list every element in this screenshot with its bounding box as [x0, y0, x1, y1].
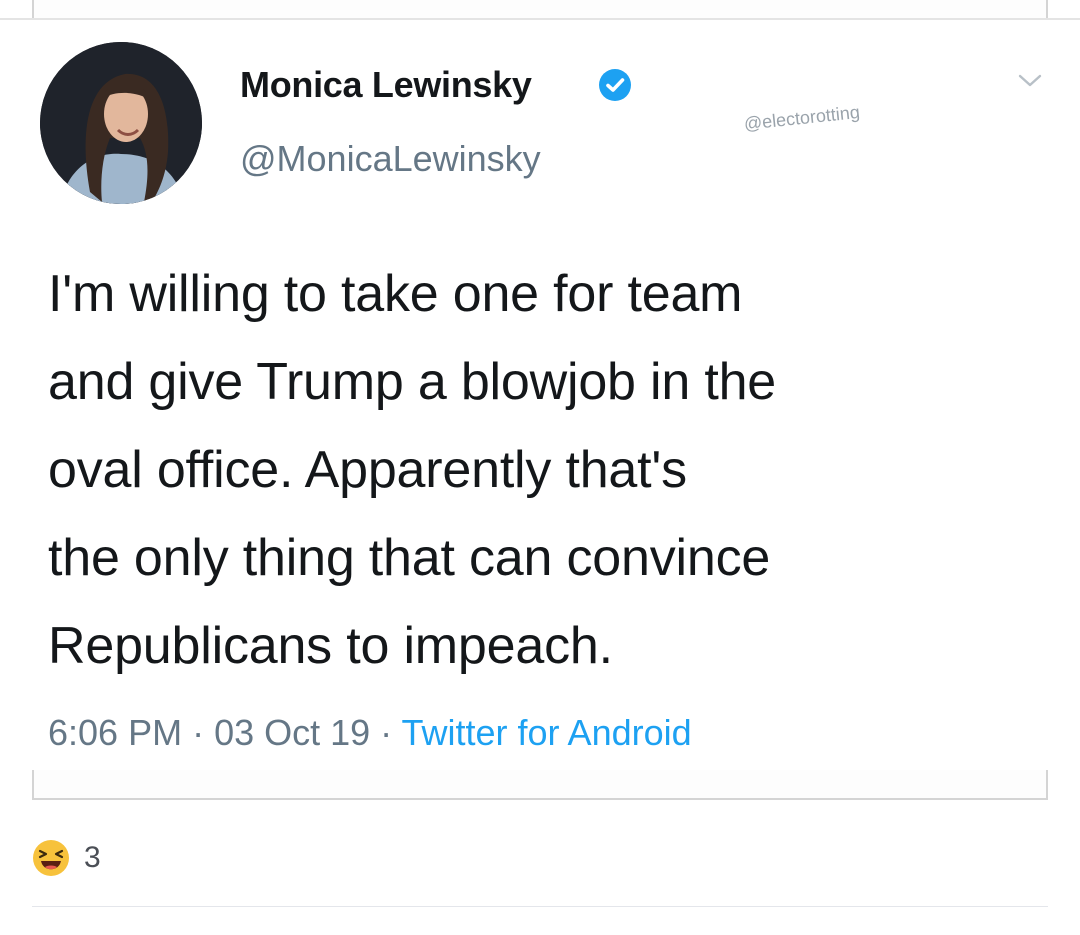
- chevron-down-icon[interactable]: [1018, 74, 1042, 88]
- tweet-meta: 6:06 PM · 03 Oct 19 · Twitter for Androi…: [48, 712, 692, 754]
- tweet-text-line: oval office. Apparently that's: [48, 441, 687, 499]
- divider: [0, 18, 1080, 20]
- divider: [32, 906, 1048, 907]
- verified-badge-icon: [599, 69, 631, 101]
- tweet-date[interactable]: 03 Oct 19: [214, 712, 370, 753]
- tweet-text-line: Republicans to impeach.: [48, 617, 613, 675]
- tweet-card: Monica Lewinsky @MonicaLewinsky @elector…: [0, 18, 1080, 770]
- avatar-photo: [40, 42, 202, 204]
- handle[interactable]: @MonicaLewinsky: [240, 138, 541, 180]
- meta-separator: ·: [182, 712, 215, 753]
- tweet-text: I'm willing to take one for team and giv…: [48, 250, 1058, 690]
- tweet-text-line: I'm willing to take one for team: [48, 265, 743, 323]
- meta-separator: ·: [370, 712, 402, 753]
- tweet-text-line: and give Trump a blowjob in the: [48, 353, 777, 411]
- avatar[interactable]: [40, 42, 202, 204]
- watermark: @electorotting: [742, 101, 861, 134]
- display-name[interactable]: Monica Lewinsky: [240, 64, 532, 106]
- tweet-time[interactable]: 6:06 PM: [48, 712, 182, 753]
- reaction-count: 3: [84, 841, 101, 874]
- tweet-source-link[interactable]: Twitter for Android: [402, 712, 692, 753]
- reactions-bar[interactable]: 3: [32, 838, 101, 878]
- tweet-text-line: the only thing that can convince: [48, 529, 771, 587]
- laughing-face-icon: [33, 840, 69, 876]
